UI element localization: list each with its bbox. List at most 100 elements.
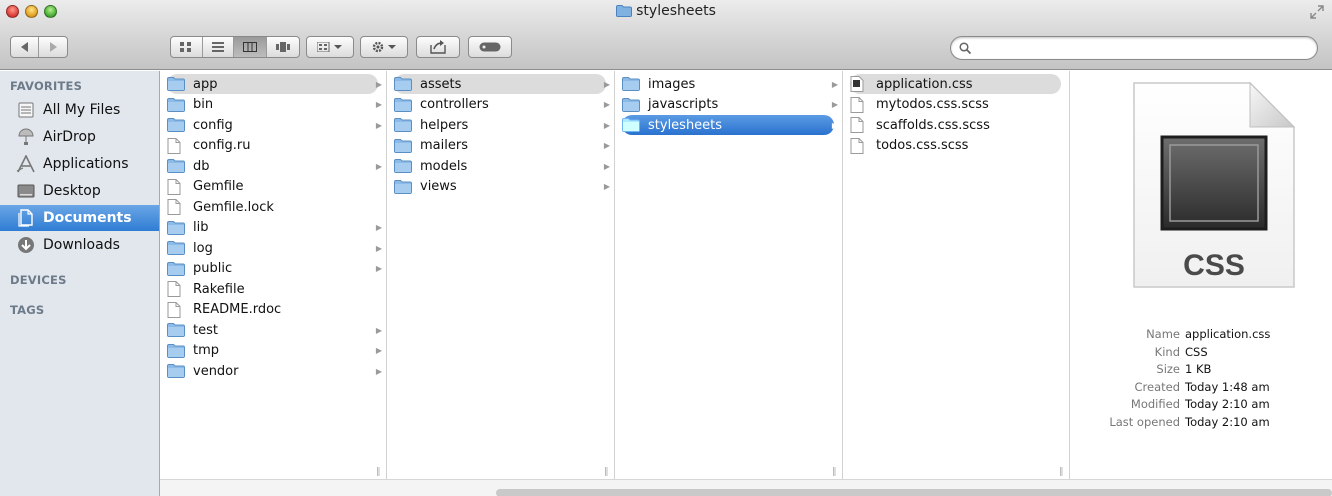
item-label: db <box>193 158 210 174</box>
applications-icon <box>16 155 36 173</box>
sidebar-item-documents[interactable]: Documents <box>0 205 159 231</box>
folder-icon <box>394 77 412 91</box>
folder-item[interactable]: helpers ▶ <box>394 115 610 135</box>
airdrop-icon <box>16 128 36 146</box>
folder-icon <box>167 220 185 235</box>
sidebar-item-downloads[interactable]: Downloads <box>0 232 159 258</box>
info-value: CSS <box>1185 344 1208 359</box>
item-label: Rakefile <box>193 281 245 297</box>
column-resize-handle[interactable]: ‖ <box>376 467 381 477</box>
info-row-created: Created Today 1:48 am <box>1090 380 1332 398</box>
back-arrow-icon <box>20 42 28 52</box>
file-item[interactable]: mytodos.css.scss <box>850 95 1061 115</box>
edit-tags-button[interactable] <box>468 36 512 58</box>
folder-item[interactable]: controllers ▶ <box>394 95 610 115</box>
item-label: public <box>193 261 233 276</box>
folder-icon <box>167 97 185 112</box>
folder-icon <box>394 97 412 112</box>
item-label: todos.css.scss <box>876 138 969 153</box>
sidebar-section-favorites: FAVORITES <box>10 79 83 93</box>
file-item[interactable]: Gemfile <box>167 177 378 197</box>
cover-flow-view-button[interactable] <box>267 37 299 57</box>
disclosure-arrow-icon: ▶ <box>603 120 610 130</box>
downloads-icon <box>16 236 36 254</box>
document-icon <box>167 199 185 215</box>
folder-item[interactable]: assets ▶ <box>394 74 610 94</box>
folder-icon <box>167 261 185 276</box>
sidebar-item-desktop[interactable]: Desktop <box>0 178 159 204</box>
item-label: vendor <box>193 363 239 379</box>
scrollbar-thumb[interactable] <box>496 489 1332 496</box>
sidebar-item-all-my-files[interactable]: All My Files <box>0 97 159 123</box>
column-view-button[interactable] <box>234 37 267 57</box>
sidebar-section-devices: DEVICES <box>10 273 67 287</box>
info-row-last-opened: Last opened Today 2:10 am <box>1090 415 1332 433</box>
share-button[interactable] <box>416 36 460 58</box>
info-row-size: Size 1 KB <box>1090 362 1332 380</box>
item-label: Gemfile.lock <box>193 199 274 215</box>
forward-arrow-icon <box>50 42 57 52</box>
folder-item[interactable]: app ▶ <box>167 74 382 94</box>
folder-item[interactable]: bin ▶ <box>167 95 382 115</box>
column-resize-handle[interactable]: ‖ <box>1059 467 1064 477</box>
fullscreen-icon[interactable] <box>1310 5 1324 19</box>
horizontal-scrollbar[interactable] <box>160 479 1332 496</box>
sidebar-item-airdrop[interactable]: AirDrop <box>0 124 159 150</box>
disclosure-arrow-icon: ▶ <box>831 120 838 130</box>
file-item[interactable]: Gemfile.lock <box>167 197 378 217</box>
folder-item[interactable]: config ▶ <box>167 115 382 135</box>
sidebar-item-applications[interactable]: Applications <box>0 151 159 177</box>
back-button[interactable] <box>11 37 40 57</box>
file-item[interactable]: config.ru <box>167 136 378 156</box>
folder-item[interactable]: stylesheets ▶ <box>622 115 838 135</box>
folder-icon <box>394 179 412 194</box>
folder-item[interactable]: mailers ▶ <box>394 136 610 156</box>
document-icon <box>167 281 185 297</box>
info-key: Name <box>1146 327 1180 341</box>
item-label: Gemfile <box>193 179 244 194</box>
folder-item[interactable]: images ▶ <box>622 74 838 94</box>
file-item[interactable]: scaffolds.css.scss <box>850 115 1061 135</box>
item-label: lib <box>193 220 209 235</box>
search-input[interactable] <box>977 40 1307 56</box>
disclosure-arrow-icon: ▶ <box>375 161 382 171</box>
document-icon <box>850 137 868 154</box>
folder-item[interactable]: javascripts ▶ <box>622 95 838 115</box>
icon-view-button[interactable] <box>171 37 203 57</box>
forward-button[interactable] <box>39 37 67 57</box>
column-resize-handle[interactable]: ‖ <box>832 467 837 477</box>
disclosure-arrow-icon: ▶ <box>831 79 838 89</box>
folder-item[interactable]: lib ▶ <box>167 218 382 238</box>
folder-item[interactable]: db ▶ <box>167 156 382 176</box>
folder-item[interactable]: log ▶ <box>167 238 382 258</box>
column-resize-handle[interactable]: ‖ <box>604 467 609 477</box>
folder-item[interactable]: models ▶ <box>394 156 610 176</box>
item-label: config.ru <box>193 138 251 153</box>
file-item[interactable]: todos.css.scss <box>850 136 1061 156</box>
folder-icon <box>167 159 185 173</box>
sidebar: FAVORITES All My Files AirDrop Applicati… <box>0 71 160 496</box>
arrange-button[interactable] <box>306 36 354 58</box>
folder-item[interactable]: test ▶ <box>167 320 382 340</box>
file-item[interactable]: application.css <box>850 74 1061 94</box>
preview-pane: CSS Name application.css Kind CSS Size 1… <box>1090 71 1332 479</box>
window-title: stylesheets <box>636 3 716 19</box>
share-icon <box>430 40 446 54</box>
file-item[interactable]: README.rdoc <box>167 300 378 320</box>
file-item[interactable]: Rakefile <box>167 279 378 299</box>
disclosure-arrow-icon: ▶ <box>603 141 610 150</box>
item-label: javascripts <box>648 97 719 112</box>
action-menu-button[interactable] <box>360 36 408 58</box>
folder-item[interactable]: views ▶ <box>394 177 610 197</box>
folder-item[interactable]: vendor ▶ <box>167 361 382 381</box>
folder-item[interactable]: public ▶ <box>167 259 382 279</box>
disclosure-arrow-icon: ▶ <box>375 79 382 89</box>
search-icon <box>959 42 971 54</box>
item-label: stylesheets <box>648 117 723 133</box>
search-field[interactable] <box>950 36 1318 60</box>
browser-column: assets ▶ controllers ▶ helpers ▶ mailers ▶ model… <box>388 71 615 479</box>
item-label: controllers <box>420 97 489 112</box>
list-view-button[interactable] <box>203 37 235 57</box>
sidebar-item-label: Documents <box>43 210 132 226</box>
folder-item[interactable]: tmp ▶ <box>167 341 382 361</box>
